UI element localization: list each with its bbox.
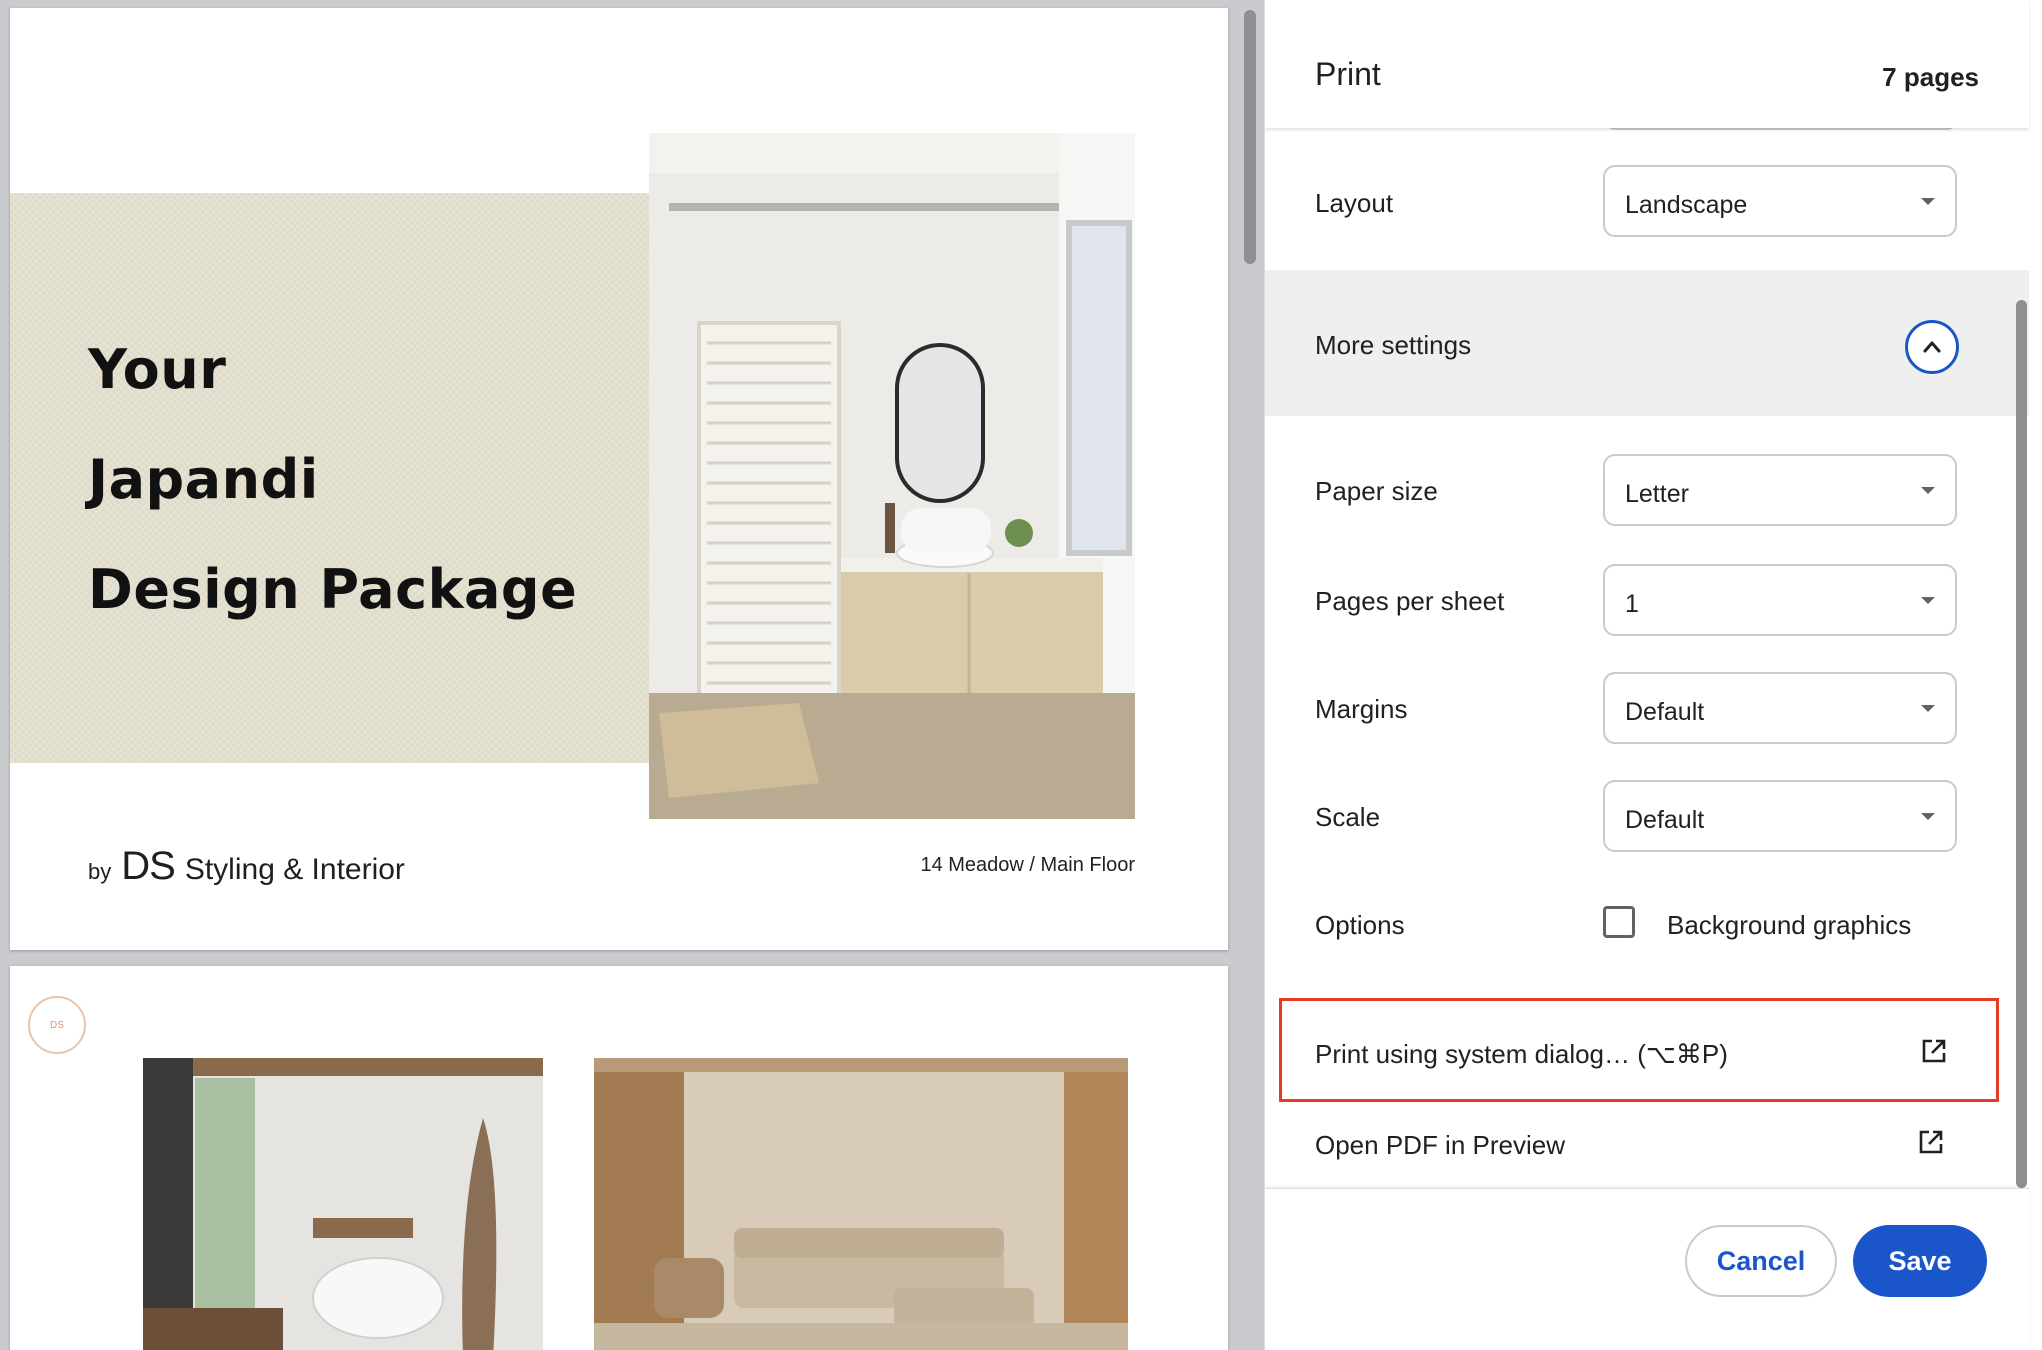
panel-scrollbar-thumb[interactable]: [2016, 300, 2027, 1188]
pages-per-sheet-value: 1: [1625, 590, 1639, 618]
page-count: 7 pages: [1882, 62, 1979, 92]
scale-select[interactable]: Default: [1603, 780, 1957, 852]
more-settings-collapse-button[interactable]: [1905, 320, 1959, 374]
chevron-down-icon: [1921, 705, 1935, 712]
layout-value: Landscape: [1625, 191, 1748, 219]
preview-scrollbar-thumb[interactable]: [1244, 10, 1256, 264]
options-label: Options: [1315, 910, 1405, 940]
scale-row: Scale Default: [1265, 780, 2029, 852]
pages-per-sheet-label: Pages per sheet: [1315, 586, 1505, 616]
chevron-down-icon: [1921, 813, 1935, 820]
pages-per-sheet-select[interactable]: 1: [1603, 564, 1957, 636]
chevron-down-icon: [1921, 198, 1935, 205]
paper-size-row: Paper size Letter: [1265, 454, 2029, 526]
panel-header: Print 7 pages: [1265, 0, 2029, 128]
bathroom-vanity-photo: [649, 133, 1135, 819]
pages-per-sheet-row: Pages per sheet 1: [1265, 564, 2029, 636]
preview-page-1: Your Japandi Design Package by DS Stylin…: [10, 8, 1228, 950]
brand-logo: DS: [121, 844, 176, 888]
paper-size-label: Paper size: [1315, 476, 1438, 506]
brand-signature: by DS Styling & Interior: [88, 844, 405, 889]
paper-size-select[interactable]: Letter: [1603, 454, 1957, 526]
print-system-dialog-label: Print using system dialog… (⌥⌘P): [1315, 1039, 1728, 1069]
cancel-button[interactable]: Cancel: [1685, 1225, 1837, 1297]
margins-label: Margins: [1315, 694, 1408, 724]
print-settings-panel: Print 7 pages Layout Landscape More sett…: [1264, 0, 2042, 1350]
save-button[interactable]: Save: [1853, 1225, 1987, 1297]
margins-row: Margins Default: [1265, 672, 2029, 744]
chevron-down-icon: [1921, 487, 1935, 494]
more-settings-label: More settings: [1315, 330, 1472, 360]
scale-label: Scale: [1315, 802, 1381, 832]
layout-select[interactable]: Landscape: [1603, 165, 1957, 237]
panel-title: Print: [1315, 56, 1381, 92]
print-system-dialog-link[interactable]: Print using system dialog… (⌥⌘P): [1279, 998, 1999, 1102]
layout-row: Layout Landscape: [1265, 150, 2029, 270]
paper-size-value: Letter: [1625, 480, 1689, 508]
preview-page-2: DS: [10, 966, 1228, 1350]
margins-select[interactable]: Default: [1603, 672, 1957, 744]
background-graphics-label[interactable]: Background graphics: [1667, 910, 1911, 941]
living-room-photo: [594, 1058, 1128, 1350]
panel-footer: Cancel Save: [1265, 1188, 2029, 1350]
cover-title-line: Your: [88, 338, 227, 401]
background-graphics-checkbox[interactable]: [1603, 906, 1635, 938]
brand-name: Styling & Interior: [184, 853, 405, 886]
project-address: 14 Meadow / Main Floor: [920, 854, 1135, 876]
open-pdf-in-preview-link[interactable]: Open PDF in Preview: [1265, 1112, 2029, 1178]
scale-value: Default: [1625, 806, 1705, 834]
margins-value: Default: [1625, 698, 1705, 726]
cover-title-line: Design Package: [88, 558, 578, 621]
ds-stamp-logo: DS: [28, 996, 86, 1054]
open-in-new-icon: [1919, 1130, 1943, 1154]
more-settings-toggle-row[interactable]: More settings: [1265, 270, 2029, 416]
open-in-new-icon: [1922, 1039, 1946, 1063]
brand-by-text: by: [88, 859, 112, 884]
options-row: Options Background graphics: [1265, 890, 2029, 960]
open-pdf-in-preview-label: Open PDF in Preview: [1315, 1130, 1565, 1160]
cover-title-line: Japandi: [88, 448, 319, 511]
chevron-down-icon: [1921, 597, 1935, 604]
bathroom-tub-photo: [143, 1058, 543, 1350]
print-preview-area: Your Japandi Design Package by DS Stylin…: [0, 0, 1264, 1350]
chevron-up-icon: [1923, 341, 1941, 353]
layout-label: Layout: [1315, 188, 1394, 218]
